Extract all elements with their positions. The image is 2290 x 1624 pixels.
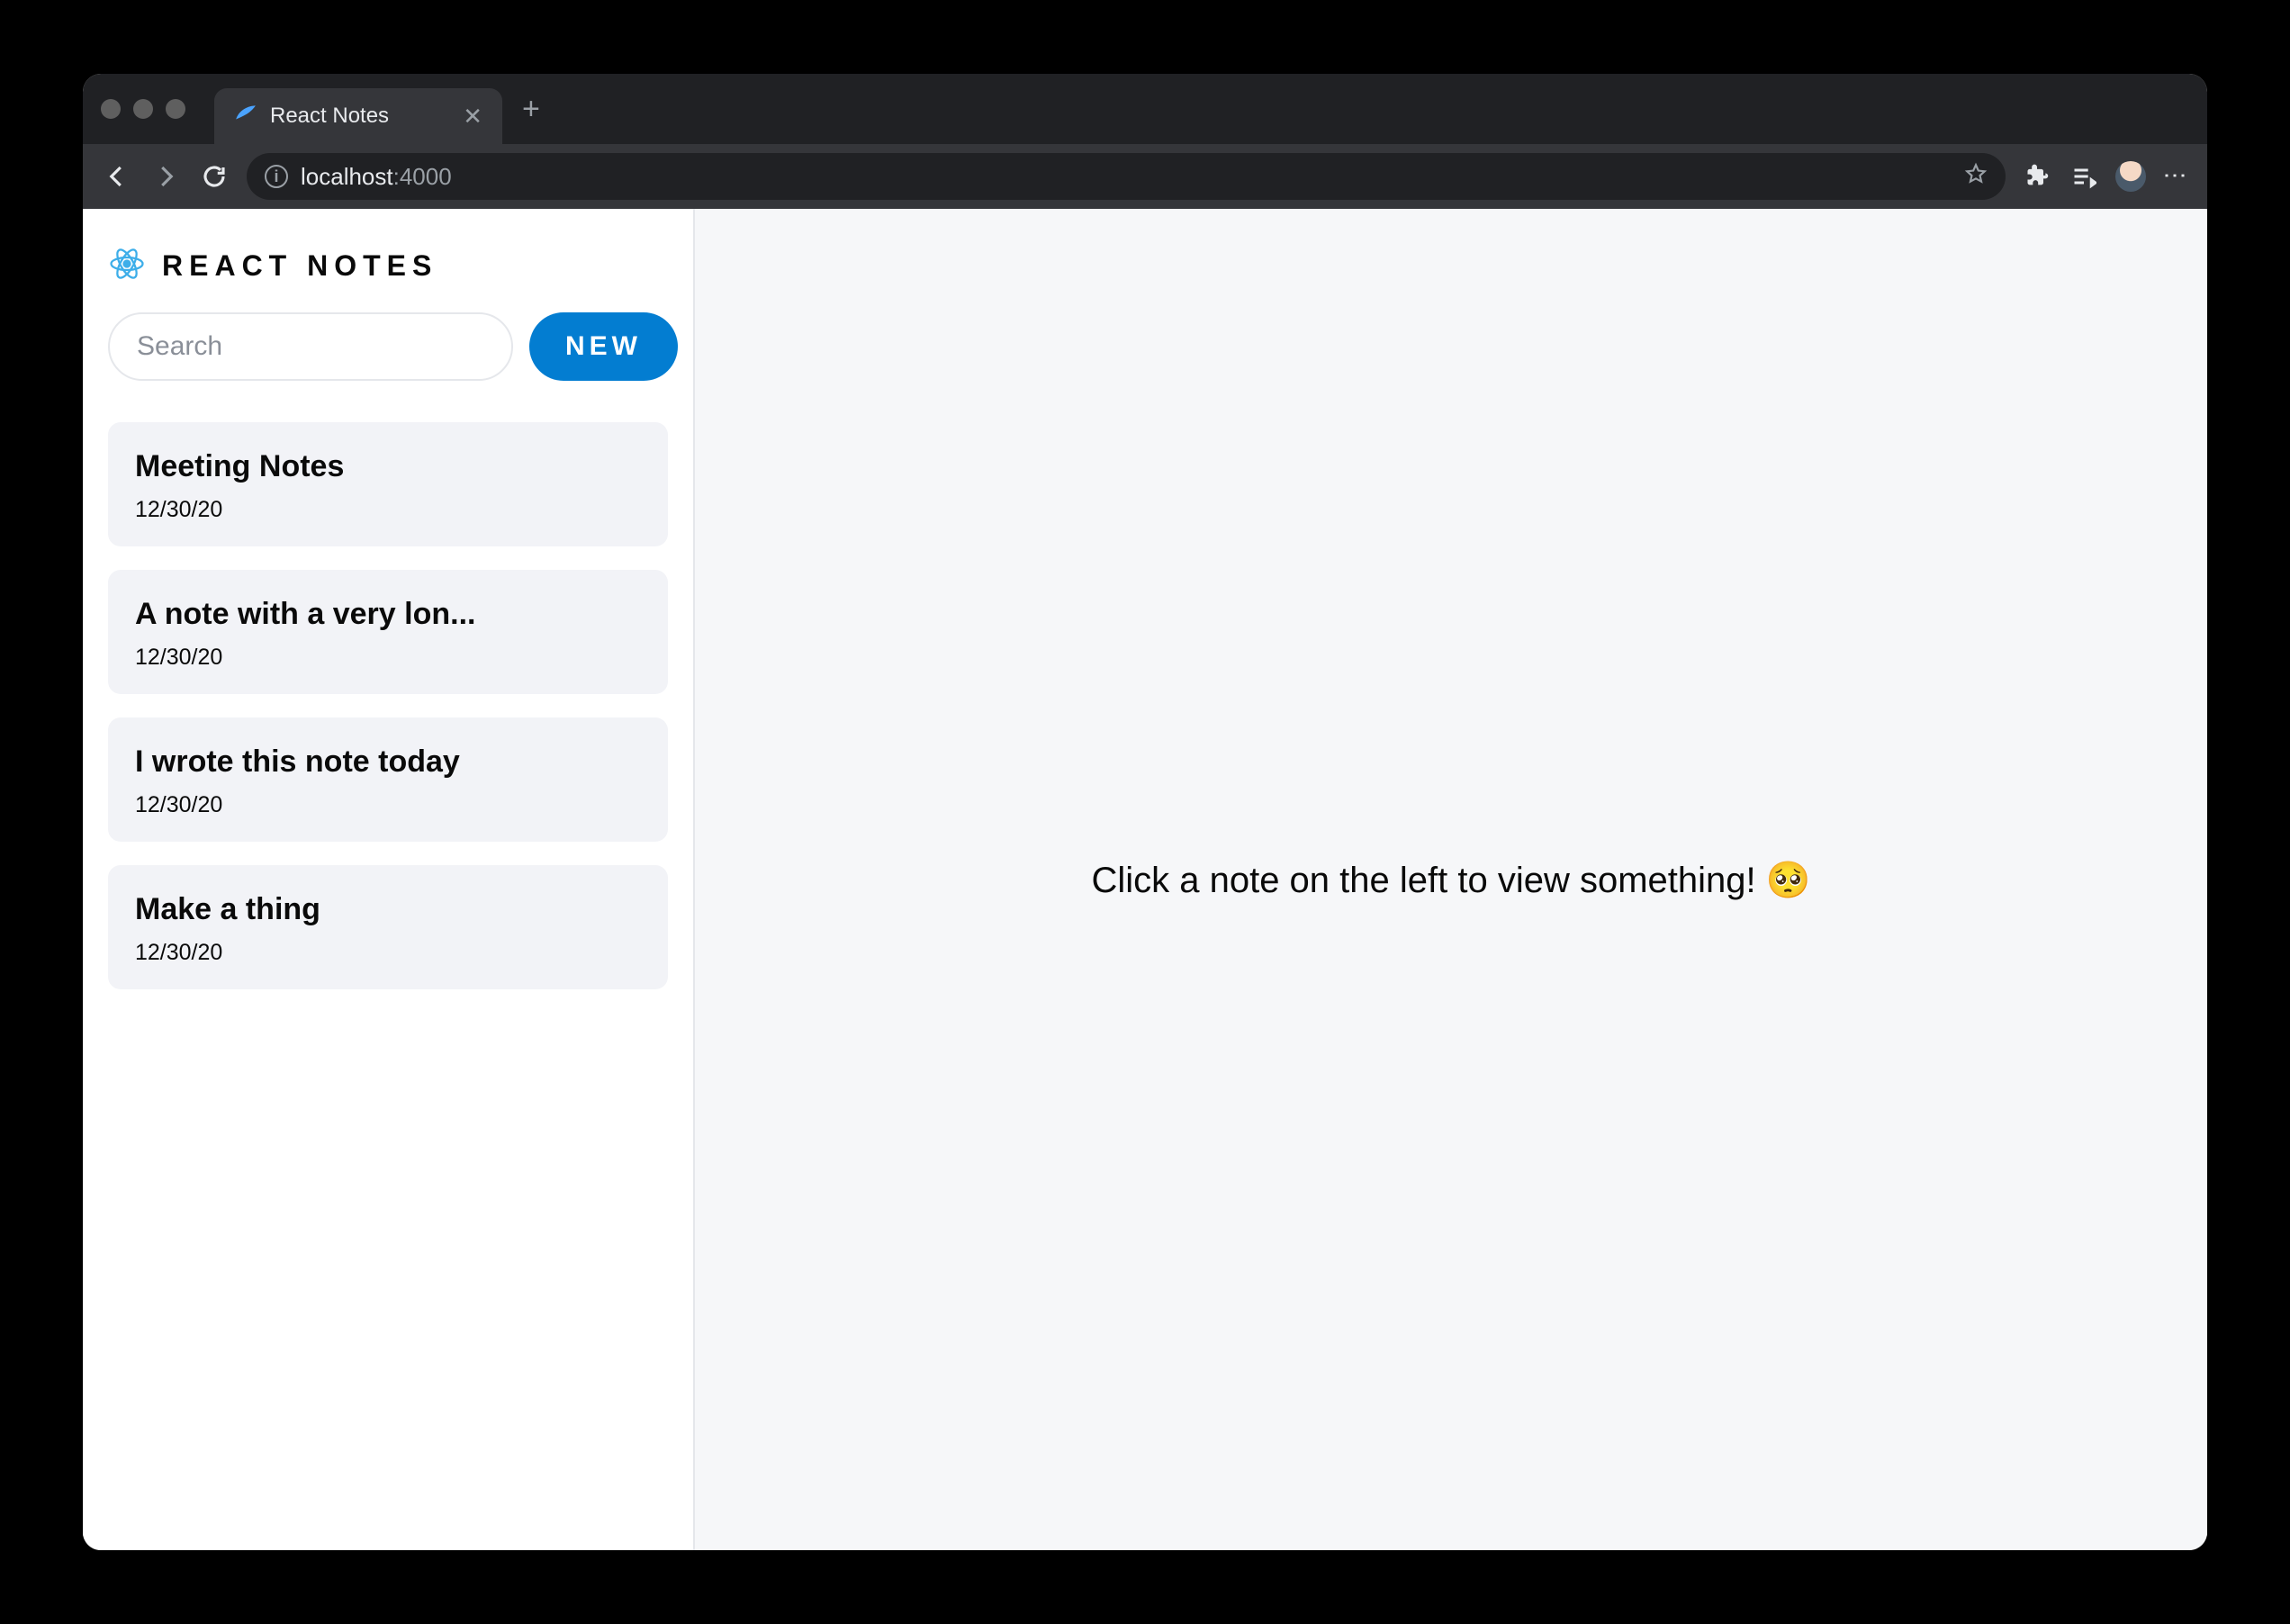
note-date: 12/30/20: [135, 497, 641, 523]
close-icon[interactable]: ✕: [463, 103, 482, 131]
note-date: 12/30/20: [135, 940, 641, 966]
note-card[interactable]: Make a thing 12/30/20: [108, 865, 668, 989]
browser-tabstrip: React Notes ✕ +: [83, 74, 2207, 144]
brand-title: REACT NOTES: [162, 249, 437, 283]
search-input[interactable]: [108, 312, 513, 381]
note-card[interactable]: A note with a very lon... 12/30/20: [108, 570, 668, 694]
empty-state-message: Click a note on the left to view somethi…: [1091, 859, 1810, 901]
sidebar: REACT NOTES NEW Meeting Notes 12/30/20 A…: [83, 209, 695, 1550]
note-date: 12/30/20: [135, 645, 641, 671]
new-tab-button[interactable]: +: [522, 92, 540, 127]
new-note-button[interactable]: NEW: [529, 312, 678, 381]
wing-icon: [234, 102, 257, 131]
note-date: 12/30/20: [135, 792, 641, 818]
note-card[interactable]: I wrote this note today 12/30/20: [108, 717, 668, 842]
bookmark-star-icon[interactable]: [1964, 162, 1988, 192]
window-controls: [101, 99, 185, 119]
note-title: I wrote this note today: [135, 744, 641, 780]
site-info-icon[interactable]: i: [265, 165, 288, 188]
tab-title: React Notes: [270, 104, 450, 129]
main-panel: Click a note on the left to view somethi…: [695, 209, 2207, 1550]
address-bar[interactable]: i localhost:4000: [247, 153, 2006, 200]
browser-toolbar: i localhost:4000 ⋮: [83, 144, 2207, 209]
notes-list: Meeting Notes 12/30/20 A note with a ver…: [108, 422, 668, 989]
url-text: localhost:4000: [301, 163, 452, 191]
note-title: Make a thing: [135, 892, 641, 927]
sidebar-controls: NEW: [108, 312, 668, 381]
extensions-icon[interactable]: [2022, 161, 2052, 192]
note-card[interactable]: Meeting Notes 12/30/20: [108, 422, 668, 546]
note-title: Meeting Notes: [135, 449, 641, 484]
playlist-icon[interactable]: [2069, 161, 2099, 192]
back-button[interactable]: [101, 160, 133, 193]
window-maximize-dot[interactable]: [166, 99, 185, 119]
window-minimize-dot[interactable]: [133, 99, 153, 119]
react-logo-icon: [108, 245, 146, 287]
browser-window: React Notes ✕ + i localhost:4000 ⋮: [83, 74, 2207, 1550]
app-root: REACT NOTES NEW Meeting Notes 12/30/20 A…: [83, 209, 2207, 1550]
reload-button[interactable]: [198, 160, 230, 193]
window-close-dot[interactable]: [101, 99, 121, 119]
forward-button[interactable]: [149, 160, 182, 193]
browser-tab[interactable]: React Notes ✕: [214, 88, 502, 144]
brand: REACT NOTES: [108, 245, 668, 287]
note-title: A note with a very lon...: [135, 597, 641, 632]
profile-avatar[interactable]: [2115, 161, 2146, 192]
menu-kebab-icon[interactable]: ⋮: [2162, 164, 2189, 189]
